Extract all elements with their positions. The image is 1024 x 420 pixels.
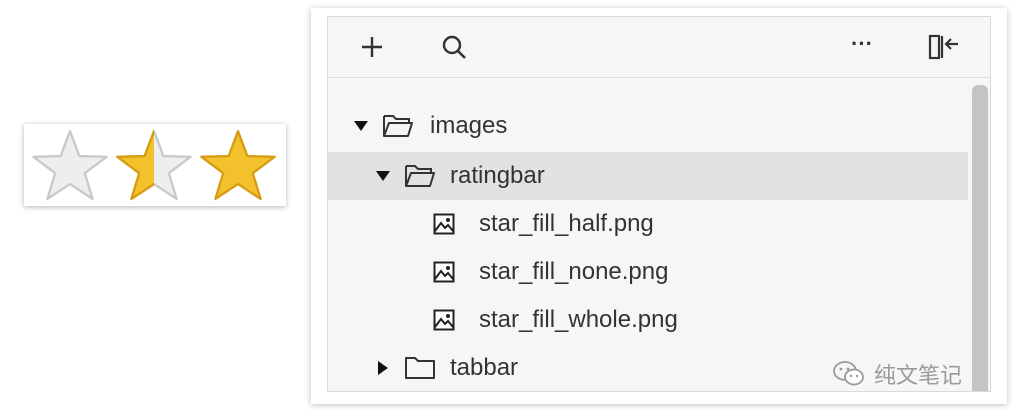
image-file-icon [433,309,455,331]
tree-item-label: ratingbar [450,162,545,189]
watermark: 纯文笔记 [832,358,962,390]
add-button[interactable] [354,31,390,63]
explorer-toolbar: ··· [328,17,990,78]
folder-open-icon [405,165,435,187]
tree-item-images[interactable]: images [328,102,968,150]
tree-item-label: tabbar [450,354,519,381]
folder-icon [405,357,435,379]
search-icon [442,35,466,59]
star-empty-icon [32,129,108,201]
wechat-icon [833,361,864,386]
file-explorer: ··· images ratingbar star_fill_half.png … [327,16,991,392]
caret-right-icon[interactable] [376,361,390,375]
tree-item-label: star_fill_none.png [479,258,669,285]
tree-item-label: star_fill_whole.png [479,306,678,333]
watermark-text: 纯文笔记 [874,363,963,388]
tree-item-star-fill-half[interactable]: star_fill_half.png [328,200,968,248]
star-full-icon [200,129,276,201]
file-tree: images ratingbar star_fill_half.png star… [328,77,990,391]
tree-item-label: images [430,112,508,139]
tree-item-label: star_fill_half.png [479,210,654,237]
file-explorer-panel: ··· images ratingbar star_fill_half.png … [311,8,1007,404]
rating-bar-preview [24,124,286,206]
tree-item-star-fill-none[interactable]: star_fill_none.png [328,248,968,296]
vertical-scrollbar[interactable] [972,77,990,391]
search-button[interactable] [436,31,472,63]
image-file-icon [433,213,455,235]
folder-open-icon [383,115,413,137]
tree-item-star-fill-whole[interactable]: star_fill_whole.png [328,296,968,344]
tree-item-ratingbar[interactable]: ratingbar [328,152,968,200]
collapse-panel-button[interactable] [926,31,962,63]
star-half-icon [116,129,192,201]
plus-icon [362,37,382,57]
caret-down-icon[interactable] [354,119,368,133]
more-icon: ··· [851,31,873,56]
scrollbar-thumb[interactable] [972,85,988,391]
collapse-panel-icon [928,34,958,60]
caret-down-icon[interactable] [376,169,390,183]
image-file-icon [433,261,455,283]
more-button[interactable]: ··· [844,31,880,63]
